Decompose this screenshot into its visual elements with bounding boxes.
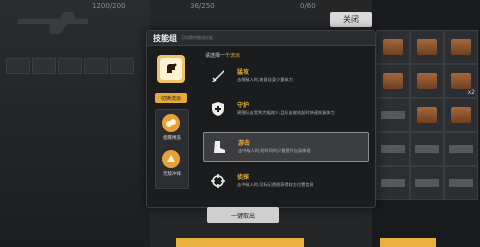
gun-icon [381,145,405,153]
switch-school-label: 切换流派 [160,95,181,102]
inventory-cell[interactable] [444,30,478,64]
gun-icon [415,179,439,187]
dialog-title: 技能组 [153,34,177,43]
gun-icon [381,111,405,119]
attachment-slot[interactable] [110,58,134,74]
skill-option-guerrilla[interactable]: 游击 击中敌人时,短时间内少量提升自身移速 [203,132,369,162]
skill-name: 猛攻 [237,69,250,76]
inventory-cell[interactable] [410,64,444,98]
chest-icon [417,107,437,123]
stack-count: x2 [467,89,475,96]
inventory-cell[interactable] [410,98,444,132]
stomp-skill-icon [160,58,182,80]
skill-desc: 击中敌人时,可标记透视获得较方位置信息 [237,182,314,187]
inventory-cell[interactable] [444,132,478,166]
smoke-icon[interactable] [162,114,180,132]
inventory-cell[interactable] [376,98,410,132]
inventory-cell[interactable] [444,98,478,132]
inventory-cell[interactable] [410,30,444,64]
dialog-header: 技能组 可切换技能组技能 [147,31,375,46]
gun-icon [449,145,473,153]
close-icon[interactable]: ✕ [356,10,367,25]
inventory-cell[interactable] [410,166,444,200]
chest-icon [451,107,471,123]
prompt-text: 请选择一个 [205,53,231,59]
shield-cross-icon [209,100,227,118]
gun-icon [449,179,473,187]
dialog-subtitle: 可切换技能组技能 [181,35,213,40]
skill-option-guard[interactable]: 守护 周围队友受到大幅减少,且队友被扶起时快速恢复体力 [203,95,367,123]
inventory-grid: x2 [372,0,480,247]
inventory-cell[interactable] [444,166,478,200]
bottom-action-bar-right[interactable] [380,238,436,247]
charge-icon[interactable] [162,150,180,168]
skill-option-assault[interactable]: 猛攻 击倒敌人时,恢复自身少量体力 [203,62,367,90]
inventory-cell[interactable] [376,30,410,64]
current-skill-column: 切换流派 烟雾掩盖 无敌冲锋 [153,49,191,199]
rifle-icon [18,12,88,34]
select-prompt: 请选择一个流派 [205,52,240,59]
inventory-cell[interactable] [376,64,410,98]
inventory-cell[interactable] [376,132,410,166]
equipped-skills-panel: 烟雾掩盖 无敌冲锋 [155,109,189,189]
attachment-slot[interactable] [84,58,108,74]
target-icon [209,172,227,190]
storage-counter: 36/250 [190,2,215,10]
skill-group-dialog: 技能组 可切换技能组技能 切换流派 烟雾掩盖 无敌冲锋 请选择一个流派 猛攻 击… [146,30,376,208]
skill-name: 游击 [238,140,251,147]
inventory-cell[interactable]: x2 [444,64,478,98]
sword-icon [209,67,227,85]
boot-icon [210,138,228,156]
gun-icon [415,145,439,153]
attachment-slot[interactable] [6,58,30,74]
inventory-cell[interactable] [376,166,410,200]
attachment-slot[interactable] [58,58,82,74]
chest-icon [417,39,437,55]
extract-all-label: 一键取出 [230,212,255,220]
skill-name: 侦探 [237,174,250,181]
skill-name: 守护 [237,102,250,109]
gun-icon [381,179,405,187]
chest-icon [451,73,471,89]
bottom-action-bar[interactable] [176,238,304,247]
extract-all-button[interactable]: 一键取出 [207,207,279,223]
capacity-counter: 0/60 [300,2,316,10]
chest-icon [383,39,403,55]
switch-school-button[interactable]: 切换流派 [155,93,187,103]
chest-icon [451,39,471,55]
skill-option-detective[interactable]: 侦探 击中敌人时,可标记透视获得较方位置信息 [203,167,367,195]
current-skill[interactable] [157,55,185,83]
weapon-counter: 1200/200 [92,2,126,10]
weapon-panel: 1200/200 [0,0,150,247]
chest-icon [417,73,437,89]
chest-icon [383,73,403,89]
mini-skill-label: 烟雾掩盖 [163,136,181,141]
inventory-cell[interactable] [410,132,444,166]
prompt-highlight: 流派 [230,53,241,59]
mini-skill-label: 无敌冲锋 [163,172,181,177]
attachment-slot[interactable] [32,58,56,74]
skill-desc: 击中敌人时,短时间内少量提升自身移速 [238,148,311,153]
skill-desc: 周围队友受到大幅减少,且队友被扶起时快速恢复体力 [237,110,335,115]
skill-desc: 击倒敌人时,恢复自身少量体力 [237,77,293,82]
